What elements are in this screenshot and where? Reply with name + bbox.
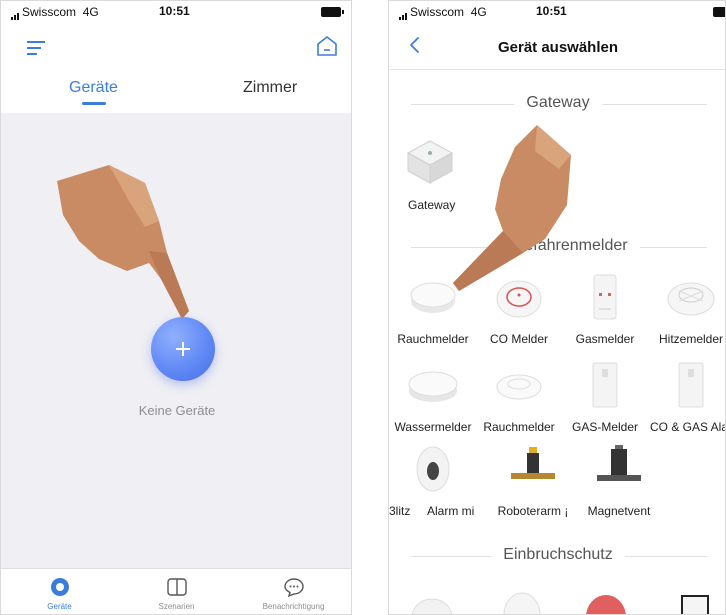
bottom-tab-label: Geräte	[47, 602, 72, 611]
carrier-label: Swisscom 4G	[399, 5, 487, 20]
device-item-hitzemelder[interactable]: Hitzemelder	[647, 271, 725, 363]
status-bar: Swisscom 4G 10:51	[389, 1, 725, 23]
device-label: Alarm mi	[427, 504, 475, 518]
status-bar: Swisscom 4G 10:51	[1, 1, 351, 23]
chat-bubble-icon	[283, 578, 304, 598]
bottom-tab-benachrichtigung[interactable]: Benachrichtigung	[235, 569, 351, 614]
device-label: Hitzemelder	[658, 332, 724, 346]
gas-detector-icon	[593, 274, 617, 320]
tab-zimmer[interactable]: Zimmer	[243, 79, 297, 97]
section-title: Einbruchschutz	[491, 546, 625, 564]
page-title: Gerät auswählen	[497, 39, 619, 56]
tab-geraete[interactable]: Geräte	[69, 79, 118, 97]
signal-icon	[399, 6, 408, 20]
menu-icon[interactable]	[27, 41, 45, 55]
pointing-hand-icon	[453, 125, 571, 291]
heat-detector-icon	[667, 282, 715, 316]
valve-robot-arm-icon	[511, 447, 555, 479]
alarm-button-icon	[586, 595, 626, 614]
section-header-einbruchschutz: Einbruchschutz	[389, 546, 725, 566]
section-title: Gateway	[514, 94, 602, 112]
device-label: CO & GAS Alar	[649, 420, 726, 434]
carrier-label: Swisscom 4G	[11, 5, 99, 20]
left-phone-screen: Swisscom 4G 10:51 Geräte Zimmer Keine Ge…	[0, 0, 352, 615]
empty-state-text: Keine Geräte	[138, 403, 216, 418]
device-item-wassermelder[interactable]: Wassermelder	[389, 359, 477, 451]
circle-icon	[50, 578, 69, 596]
device-item-roboterarm[interactable]: Roboterarm ¡	[489, 443, 577, 535]
bottom-tab-label: Szenarien	[158, 602, 195, 611]
door-sensor-icon	[503, 592, 541, 614]
clock: 10:51	[159, 4, 190, 18]
right-phone-screen: Swisscom 4G 10:51 Gerät auswählen Gatewa…	[388, 0, 726, 615]
bottom-tab-geraete[interactable]: Geräte	[1, 569, 118, 614]
device-item-magnetventil[interactable]: Magnetvent	[575, 443, 663, 535]
device-item-alarm-mi[interactable]: Alarm mi	[427, 443, 487, 535]
device-item-rauchmelder-2[interactable]: Rauchmelder	[475, 359, 563, 451]
nav-divider	[389, 69, 725, 70]
section-header-gateway: Gateway	[389, 94, 725, 114]
battery-icon	[713, 7, 725, 17]
clock: 10:51	[536, 4, 567, 18]
water-detector-icon	[408, 371, 458, 402]
device-label: Magnetvent	[587, 504, 651, 518]
pointing-hand-icon	[57, 165, 189, 319]
device-item-gas-melder[interactable]: GAS-Melder	[561, 359, 649, 451]
smoke-detector-icon	[496, 374, 542, 400]
bottom-tab-label: Benachrichtigung	[262, 602, 325, 611]
active-tab-indicator	[82, 102, 106, 105]
add-device-button[interactable]	[151, 317, 215, 381]
keypad-icon	[681, 595, 709, 614]
gas-detector-icon	[592, 362, 618, 408]
home-icon[interactable]	[315, 34, 339, 58]
solenoid-valve-icon	[597, 445, 641, 481]
battery-icon	[321, 7, 344, 17]
co-gas-alarm-icon	[678, 362, 704, 408]
motion-sensor-icon	[411, 598, 453, 614]
device-item-co-gas-alarm[interactable]: CO & GAS Alar	[647, 359, 725, 451]
book-icon	[166, 578, 187, 596]
bottom-tab-szenarien[interactable]: Szenarien	[118, 569, 235, 614]
signal-icon	[11, 6, 20, 20]
bottom-tab-bar: Geräte Szenarien Benachrichtigung	[1, 568, 351, 614]
